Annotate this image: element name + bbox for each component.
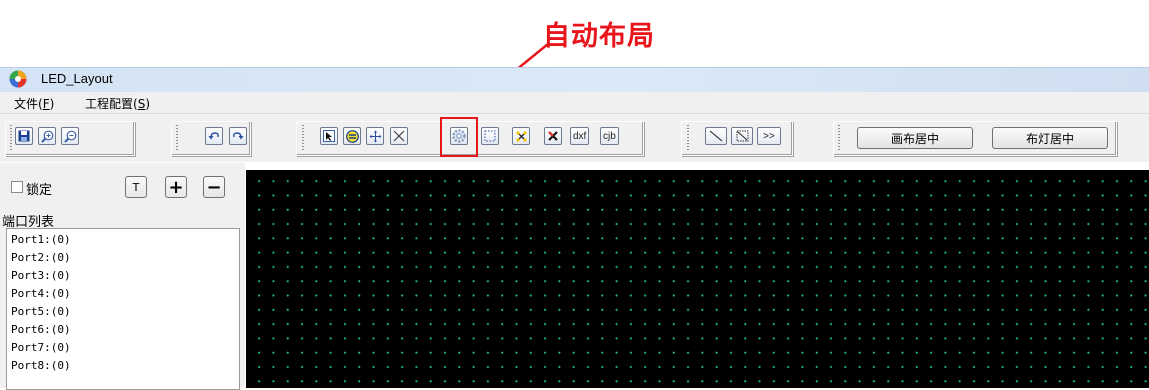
menu-bar [0, 92, 1149, 114]
menu-file[interactable]: 文件(F) [14, 95, 54, 112]
remove-button[interactable]: − [203, 176, 225, 198]
scatter-icon[interactable] [512, 127, 530, 145]
add-button[interactable]: + [165, 176, 187, 198]
menu-file-suffix: ) [49, 97, 55, 111]
list-item[interactable]: Port8:(0) [11, 359, 71, 372]
toolbar-grip[interactable] [302, 125, 304, 150]
menu-file-key: F [42, 97, 50, 111]
diagonal-box-icon[interactable] [731, 127, 753, 145]
menu-project-config[interactable]: 工程配置(S) [85, 95, 150, 112]
list-item[interactable]: Port4:(0) [11, 287, 71, 300]
auto-layout-highlight [440, 117, 478, 157]
list-item[interactable]: Port3:(0) [11, 269, 71, 282]
lock-checkbox[interactable] [11, 181, 23, 193]
toolbar-grip[interactable] [838, 125, 840, 150]
remove-x-icon[interactable] [544, 127, 562, 145]
lock-label: 锁定 [26, 183, 53, 198]
select-arrow-icon[interactable] [320, 127, 338, 145]
list-item[interactable]: Port1:(0) [11, 233, 71, 246]
menu-project-suffix: ) [145, 97, 150, 111]
redo-icon[interactable] [229, 127, 247, 145]
rotate-icon[interactable] [343, 127, 361, 145]
delete-line-icon[interactable] [390, 127, 408, 145]
move-cross-icon[interactable] [366, 127, 384, 145]
undo-icon[interactable] [205, 127, 223, 145]
menu-file-label: 文件( [14, 97, 43, 111]
layout-canvas[interactable] [246, 170, 1149, 388]
toolbar-grip[interactable] [687, 125, 689, 150]
more-button[interactable]: >> [757, 127, 781, 145]
dxf-button[interactable]: dxf [570, 127, 590, 145]
app-swirl-icon [9, 70, 27, 88]
zoom-out-icon[interactable] [61, 127, 79, 145]
save-icon[interactable] [15, 127, 33, 145]
window-title: LED_Layout [41, 71, 113, 86]
center-canvas-button[interactable]: 画布居中 [857, 127, 973, 149]
port-list[interactable]: Port1:(0) Port2:(0) Port3:(0) Port4:(0) … [6, 228, 240, 390]
center-lights-button[interactable]: 布灯居中 [992, 127, 1108, 149]
cjb-button[interactable]: cjb [600, 127, 619, 145]
list-item[interactable]: Port5:(0) [11, 305, 71, 318]
list-item[interactable]: Port2:(0) [11, 251, 71, 264]
menu-project-label: 工程配置( [85, 97, 138, 111]
toolbar-grip[interactable] [10, 125, 12, 150]
rect-select-icon[interactable] [481, 127, 499, 145]
toolbar-grip[interactable] [176, 125, 178, 150]
list-item[interactable]: Port7:(0) [11, 341, 71, 354]
zoom-in-icon[interactable] [38, 127, 56, 145]
line-icon[interactable] [705, 127, 727, 145]
title-bar [0, 67, 1149, 92]
t-button[interactable]: T [125, 176, 147, 198]
list-item[interactable]: Port6:(0) [11, 323, 71, 336]
